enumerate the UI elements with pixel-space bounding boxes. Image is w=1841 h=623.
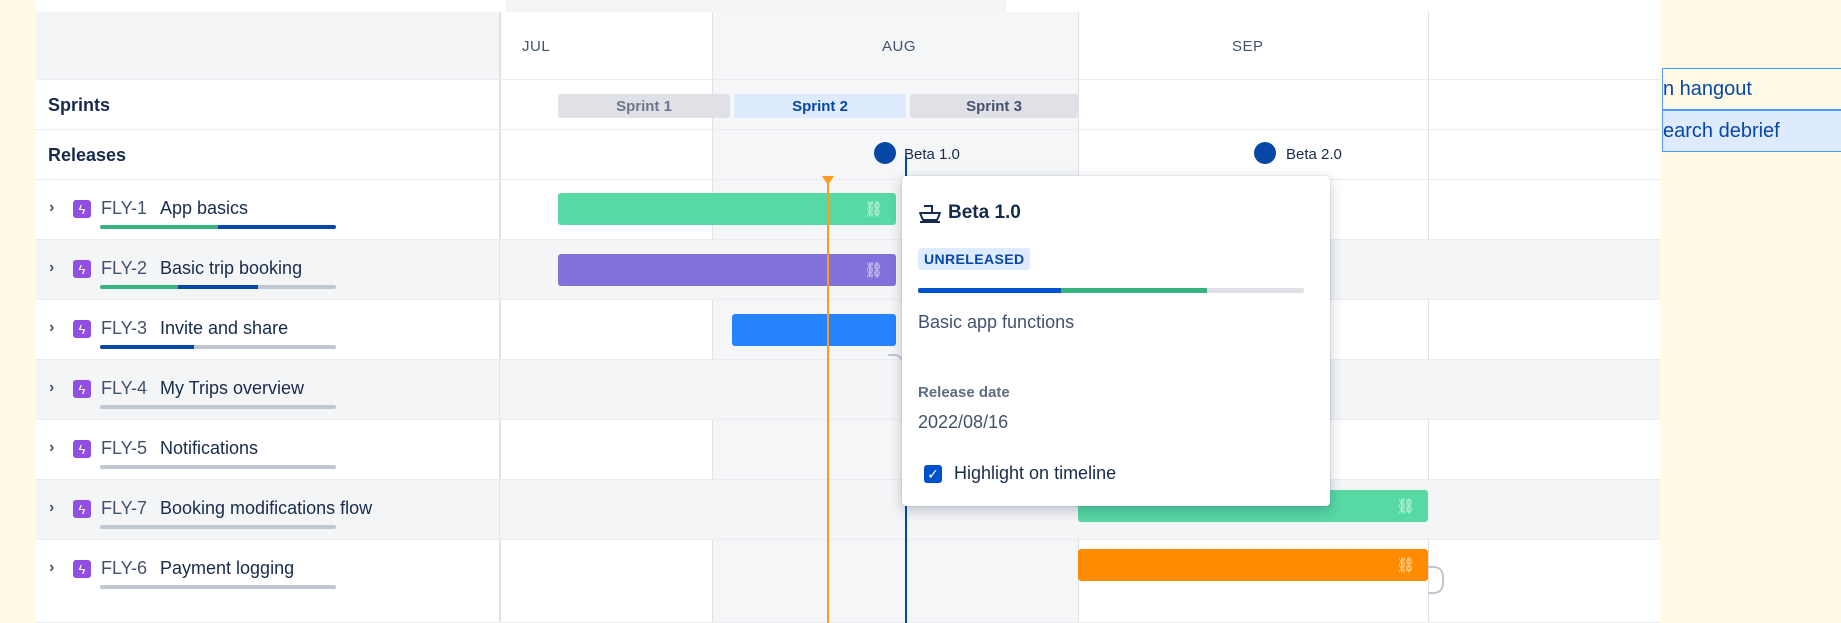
- epic-summary[interactable]: Payment logging: [160, 558, 294, 579]
- releases-row-label: Releases: [48, 145, 127, 165]
- month-label-sep: SEP: [1232, 38, 1264, 55]
- epic-row[interactable]: › ϟ FLY-2 Basic trip booking ⛓: [36, 240, 1660, 300]
- chevron-right-icon[interactable]: ›: [49, 199, 54, 217]
- release-details-popup[interactable]: Beta 1.0 UNRELEASED Basic app functions …: [902, 176, 1330, 506]
- epic-summary[interactable]: Notifications: [160, 438, 258, 459]
- release-label-beta-2[interactable]: Beta 2.0: [1286, 146, 1342, 163]
- release-marker-beta-1[interactable]: [874, 142, 896, 164]
- release-marker-beta-2[interactable]: [1254, 142, 1276, 164]
- chevron-right-icon[interactable]: ›: [49, 439, 54, 457]
- epic-lightning-icon: ϟ: [73, 560, 91, 578]
- epic-timeline-bar[interactable]: ⛓: [558, 193, 896, 225]
- epic-progress-bar: [100, 345, 336, 349]
- highlight-checkbox-label[interactable]: Highlight on timeline: [954, 463, 1116, 484]
- release-progress-bar: [918, 288, 1304, 293]
- dependency-connector[interactable]: [1428, 566, 1444, 594]
- epic-key[interactable]: FLY-1: [101, 198, 147, 219]
- epic-row[interactable]: › ϟ FLY-7 Booking modifications flow ⛓: [36, 480, 1660, 540]
- today-marker-triangle: [822, 176, 834, 185]
- epic-row[interactable]: › ϟ FLY-4 My Trips overview: [36, 360, 1660, 420]
- epic-timeline-bar[interactable]: [732, 314, 896, 346]
- month-label-jul: JUL: [522, 38, 551, 55]
- epic-key[interactable]: FLY-4: [101, 378, 147, 399]
- epic-summary[interactable]: App basics: [160, 198, 248, 219]
- epic-key[interactable]: FLY-7: [101, 498, 147, 519]
- epic-progress-bar: [100, 525, 336, 529]
- releases-row: Releases Beta 1.0 Beta 2.0: [36, 130, 1660, 180]
- release-date-value: 2022/08/16: [918, 412, 1009, 432]
- link-icon: ⛓: [864, 201, 884, 218]
- epic-progress-bar: [100, 585, 336, 589]
- release-date-label: Release date: [918, 384, 1010, 401]
- release-status-lozenge: UNRELEASED: [918, 248, 1031, 270]
- month-header-row: JUL AUG SEP: [36, 12, 1660, 80]
- release-description: Basic app functions: [918, 312, 1075, 332]
- epic-lightning-icon: ϟ: [73, 320, 91, 338]
- chevron-right-icon[interactable]: ›: [49, 319, 54, 337]
- epic-key[interactable]: FLY-2: [101, 258, 147, 279]
- sprints-row: Sprints Sprint 1 Sprint 2 Sprint 3: [36, 80, 1660, 130]
- epic-summary[interactable]: Basic trip booking: [160, 258, 302, 279]
- epic-row[interactable]: › ϟ FLY-3 Invite and share: [36, 300, 1660, 384]
- epic-progress-bar: [100, 285, 336, 289]
- epic-summary[interactable]: Invite and share: [160, 318, 288, 339]
- month-label-aug: AUG: [882, 38, 917, 55]
- epic-lightning-icon: ϟ: [73, 260, 91, 278]
- top-toolbar-strip: [36, 0, 1660, 12]
- epic-lightning-icon: ϟ: [73, 380, 91, 398]
- epic-key[interactable]: FLY-3: [101, 318, 147, 339]
- popup-title: Beta 1.0: [948, 202, 1021, 223]
- side-panel-item-label[interactable]: n hangout: [1663, 78, 1752, 101]
- sprints-row-label: Sprints: [48, 95, 111, 115]
- epic-summary[interactable]: Booking modifications flow: [160, 498, 372, 519]
- epic-timeline-bar[interactable]: ⛓: [558, 254, 896, 286]
- epic-timeline-bar[interactable]: ⛓: [1078, 549, 1428, 581]
- release-label-beta-1[interactable]: Beta 1.0: [904, 146, 960, 163]
- link-icon: ⛓: [864, 262, 884, 279]
- ship-icon: [919, 205, 941, 223]
- sprint-1-chip[interactable]: Sprint 1: [558, 94, 730, 118]
- chevron-right-icon[interactable]: ›: [49, 379, 54, 397]
- epic-summary[interactable]: My Trips overview: [160, 378, 304, 399]
- epic-progress-bar: [100, 225, 336, 229]
- link-icon: ⛓: [1396, 498, 1416, 515]
- chevron-right-icon[interactable]: ›: [49, 559, 54, 577]
- sprint-2-chip[interactable]: Sprint 2: [734, 94, 906, 118]
- epic-progress-bar: [100, 465, 336, 469]
- side-panel-item[interactable]: n hangout: [1662, 68, 1841, 110]
- epic-row[interactable]: › ϟ FLY-6 Payment logging ⛓: [36, 540, 1660, 623]
- epic-lightning-icon: ϟ: [73, 200, 91, 218]
- chevron-right-icon[interactable]: ›: [49, 259, 54, 277]
- epic-row[interactable]: › ϟ FLY-1 App basics ⛓: [36, 180, 1660, 240]
- side-panel-item-label[interactable]: earch debrief: [1663, 120, 1780, 143]
- epic-row[interactable]: › ϟ FLY-5 Notifications: [36, 420, 1660, 480]
- sprint-3-chip[interactable]: Sprint 3: [910, 94, 1078, 118]
- side-panel-item-selected[interactable]: earch debrief: [1662, 110, 1841, 152]
- epic-key[interactable]: FLY-5: [101, 438, 147, 459]
- chevron-right-icon[interactable]: ›: [49, 499, 54, 517]
- timeline-view: JUL AUG SEP Sprints Sprint 1 Sprint 2 Sp…: [36, 0, 1660, 623]
- epic-key[interactable]: FLY-6: [101, 558, 147, 579]
- link-icon: ⛓: [1396, 557, 1416, 574]
- epic-progress-bar: [100, 405, 336, 409]
- epic-lightning-icon: ϟ: [73, 500, 91, 518]
- today-marker-line: [827, 180, 829, 623]
- epic-lightning-icon: ϟ: [73, 440, 91, 458]
- highlight-checkbox[interactable]: ✓: [924, 465, 942, 483]
